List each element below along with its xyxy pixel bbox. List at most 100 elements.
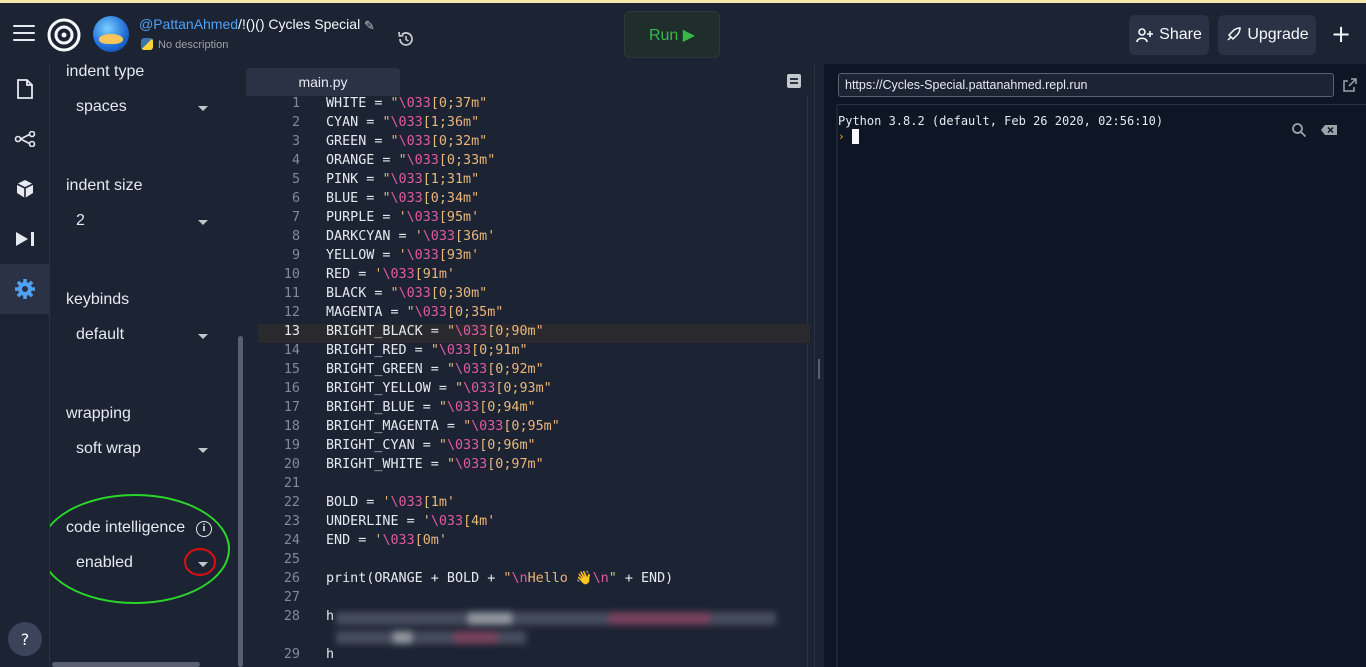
history-icon[interactable] (396, 29, 416, 49)
line-number: 24 (283, 533, 300, 548)
repl-description[interactable]: No description (141, 38, 228, 51)
line-number: 14 (283, 343, 300, 358)
run-button[interactable]: Run ▶ (624, 11, 720, 58)
console-divider (836, 104, 1366, 105)
code-line[interactable]: BRIGHT_BLUE = "\033[0;94m" (326, 400, 536, 415)
code-line[interactable]: END = '\033[0m' (326, 533, 447, 548)
webview-url-field[interactable]: https://Cycles-Special.pattanahmed.repl.… (838, 73, 1334, 97)
line-number: 26 (283, 571, 300, 586)
line-number: 7 (291, 210, 300, 225)
code-line[interactable]: BRIGHT_RED = "\033[0;91m" (326, 343, 528, 358)
line-number: 29 (283, 647, 300, 662)
code-line[interactable]: BRIGHT_YELLOW = "\033[0;93m" (326, 381, 552, 396)
indent-type-value: spaces (76, 98, 127, 115)
description-text: No description (158, 39, 229, 51)
code-line[interactable]: BLUE = "\033[0;34m" (326, 191, 479, 206)
username-link[interactable]: @PattanAhmed (139, 16, 238, 32)
add-user-icon (1136, 28, 1154, 43)
code-line[interactable]: print(ORANGE + BOLD + "\nHello 👋\n" + EN… (326, 571, 673, 586)
line-number: 2 (291, 115, 300, 130)
editor-margin-line (807, 96, 808, 667)
share-button[interactable]: Share (1129, 15, 1209, 55)
repl-title[interactable]: @PattanAhmed/!()() Cycles Special (139, 16, 360, 32)
top-bar: @PattanAhmed/!()() Cycles Special ✎ No d… (0, 3, 1366, 64)
help-button[interactable]: ? (8, 622, 42, 656)
code-line[interactable]: ORANGE = "\033[0;33m" (326, 153, 495, 168)
pane-splitter[interactable] (814, 64, 824, 667)
indent-type-label: indent type (66, 64, 145, 80)
code-line[interactable]: MAGENTA = "\033[0;35m" (326, 305, 503, 320)
code-line[interactable]: YELLOW = '\033[93m' (326, 248, 479, 263)
code-line[interactable]: BRIGHT_WHITE = "\033[0;97m" (326, 457, 544, 472)
console-banner: Python 3.8.2 (default, Feb 26 2020, 02:5… (838, 114, 1164, 128)
code-line[interactable]: RED = '\033[91m' (326, 267, 455, 282)
code-line[interactable]: BRIGHT_GREEN = "\033[0;92m" (326, 362, 544, 377)
share-label: Share (1159, 26, 1202, 43)
code-line[interactable]: CYAN = "\033[1;36m" (326, 115, 479, 130)
tab-main-py[interactable]: main.py (246, 68, 400, 96)
repl-avatar[interactable] (93, 16, 129, 52)
code-line[interactable]: PINK = "\033[1;31m" (326, 172, 479, 187)
obscured-code (336, 631, 526, 644)
code-line[interactable]: BOLD = '\033[1m' (326, 495, 455, 510)
code-line[interactable]: PURPLE = '\033[95m' (326, 210, 479, 225)
clear-console-icon[interactable] (1320, 124, 1338, 136)
files-icon (17, 79, 33, 99)
line-number: 15 (283, 362, 300, 377)
line-number: 25 (283, 552, 300, 567)
line-number: 1 (291, 96, 300, 111)
scrollbar-thumb[interactable] (238, 336, 243, 667)
rocket-icon (1227, 27, 1242, 41)
code-line[interactable]: BLACK = "\033[0;30m" (326, 286, 487, 301)
line-number: 17 (283, 400, 300, 415)
obscured-code (336, 612, 776, 625)
line-number: 23 (283, 514, 300, 529)
line-number: 3 (291, 134, 300, 149)
line-number: 20 (283, 457, 300, 472)
keybinds-select[interactable]: default (66, 319, 216, 353)
sidebar-item-files[interactable] (0, 64, 50, 114)
replit-logo-icon[interactable] (47, 18, 81, 52)
code-line[interactable]: DARKCYAN = '\033[36m' (326, 229, 495, 244)
python-icon (141, 38, 153, 50)
line-number: 13 (283, 324, 300, 339)
sidebar-item-packages[interactable] (0, 164, 50, 214)
console-border (836, 104, 838, 667)
line-number: 8 (291, 229, 300, 244)
chevron-down-icon (198, 106, 208, 111)
search-icon[interactable] (1291, 122, 1307, 138)
edit-title-icon[interactable]: ✎ (364, 19, 378, 34)
code-line[interactable]: BRIGHT_MAGENTA = "\033[0;95m" (326, 419, 560, 434)
sidebar-item-debugger[interactable] (0, 214, 50, 264)
code-line[interactable]: WHITE = "\033[0;37m" (326, 96, 487, 111)
code-editor[interactable]: 1 WHITE = "\033[0;37m" 2 CYAN = "\033[1;36m… (258, 96, 810, 667)
console-cursor[interactable] (852, 129, 859, 144)
code-line[interactable]: GREEN = "\033[0;32m" (326, 134, 487, 149)
code-line[interactable]: h (326, 647, 334, 662)
line-number: 19 (283, 438, 300, 453)
indent-size-label: indent size (66, 177, 143, 194)
open-in-new-tab-icon[interactable] (1342, 77, 1358, 93)
version-control-icon (14, 131, 36, 147)
indent-size-select[interactable]: 2 (66, 205, 216, 239)
code-line[interactable]: BRIGHT_BLACK = "\033[0;90m" (326, 324, 544, 339)
settings-horizontal-scrollbar[interactable] (52, 662, 200, 667)
line-number: 12 (283, 305, 300, 320)
sidebar-item-settings[interactable] (0, 264, 50, 314)
line-number: 22 (283, 495, 300, 510)
code-line[interactable]: UNDERLINE = '\033[4m' (326, 514, 495, 529)
wrapping-select[interactable]: soft wrap (66, 433, 216, 467)
line-number: 4 (291, 153, 300, 168)
indent-type-select[interactable]: spaces (66, 91, 216, 125)
line-number: 27 (283, 590, 300, 605)
wrapping-label: wrapping (66, 405, 131, 422)
upgrade-button[interactable]: Upgrade (1218, 15, 1316, 55)
editor-menu-icon[interactable] (787, 74, 801, 88)
annotation-red-circle (184, 548, 216, 576)
menu-icon[interactable] (13, 25, 35, 41)
settings-scrollbar[interactable] (236, 64, 246, 667)
sidebar-item-version-control[interactable] (0, 114, 50, 164)
code-line[interactable]: BRIGHT_CYAN = "\033[0;96m" (326, 438, 536, 453)
new-repl-icon[interactable]: + (1329, 22, 1353, 47)
code-line[interactable]: h (326, 609, 334, 624)
